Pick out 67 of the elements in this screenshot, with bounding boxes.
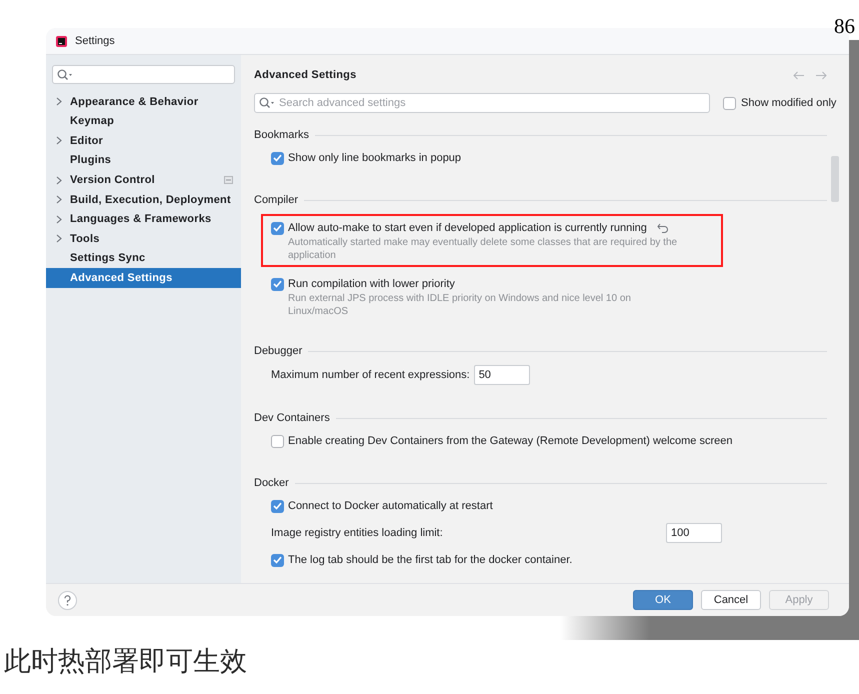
sidebar-label: Keymap (70, 114, 115, 130)
help-icon[interactable] (58, 590, 77, 610)
reset-icon[interactable] (656, 223, 669, 233)
sidebar-label: Settings Sync (70, 251, 146, 266)
sidebar-item[interactable]: Plugins (46, 150, 241, 170)
dialog-button[interactable]: OK (633, 590, 693, 610)
chevron-icon[interactable] (56, 195, 62, 204)
checkbox[interactable] (271, 554, 284, 566)
setting-description: Run external JPS process with IDLE priority on Windows and nice level 10 on Linux/macOS (288, 293, 632, 318)
page-title: Advanced Settings (254, 68, 356, 83)
number-field[interactable]: 100 (666, 523, 722, 543)
sidebar-label: Tools (70, 232, 101, 247)
sidebar-item[interactable]: Keymap (46, 112, 241, 132)
sidebar-item[interactable]: Advanced Settings (46, 268, 241, 288)
checkbox-label: Show modified only (741, 96, 836, 111)
sidebar-label: Build, Execution, Deployment (70, 192, 232, 208)
setting-label: Enable creating Dev Containers from the Gateway (Remote Development) welcome screen (288, 434, 732, 449)
sidebar-item[interactable]: Build, Execution, Deployment (46, 190, 241, 210)
sidebar-item[interactable]: Editor (46, 131, 241, 151)
checkbox[interactable] (271, 434, 284, 448)
checkbox[interactable] (271, 500, 284, 512)
page-number: 86 (834, 14, 855, 38)
chevron-icon[interactable] (56, 234, 62, 244)
sidebar-label: Advanced Settings (70, 270, 174, 286)
setting-description: Automatically started make may eventually delete some classes that are required by the application (288, 237, 678, 262)
chevron-icon[interactable] (56, 176, 62, 185)
section-title: Docker (254, 476, 289, 491)
sidebar-item[interactable]: Appearance & Behavior (46, 92, 241, 112)
setting-label: The log tab should be the first tab for the docker container. (288, 552, 572, 568)
checkbox[interactable] (271, 152, 284, 164)
caption: 此时热部署即可生效 (4, 646, 248, 678)
sidebar-label: Editor (70, 134, 104, 149)
sidebar-label: Plugins (70, 153, 112, 168)
setting-label: Show only line bookmarks in popup (288, 150, 462, 166)
sidebar-label: Appearance & Behavior (70, 94, 200, 110)
checkbox[interactable] (271, 278, 284, 290)
sidebar-item[interactable]: Languages & Frameworks (46, 210, 241, 230)
setting-label: Run compilation with lower priority (288, 276, 455, 292)
search-placeholder: Search advanced settings (279, 96, 406, 111)
chevron-icon[interactable] (56, 97, 62, 106)
sidebar-item[interactable]: Version Control (46, 170, 241, 190)
setting-label: Allow auto-make to start even if developed application is currently running (288, 220, 647, 236)
setting-label: Maximum number of recent expressions: (271, 368, 470, 383)
section-title: Debugger (254, 344, 302, 359)
number-field[interactable]: 50 (474, 365, 530, 385)
search-icon (259, 97, 275, 109)
setting-label: Image registry entities loading limit: (271, 526, 443, 541)
section-title: Dev Containers (254, 410, 330, 426)
setting-label: Connect to Docker automatically at restart (288, 498, 493, 514)
app-icon (56, 36, 67, 46)
search-field[interactable] (52, 65, 235, 84)
checkbox[interactable] (723, 96, 736, 110)
dialog-button[interactable]: Cancel (701, 590, 761, 610)
section-title: Bookmarks (254, 128, 310, 143)
chevron-icon[interactable] (56, 214, 62, 224)
window-title: Settings (75, 34, 115, 49)
section-title: Compiler (254, 192, 298, 208)
sidebar-item[interactable]: Settings Sync (46, 248, 241, 268)
scrollbar-thumb[interactable] (831, 156, 839, 202)
sidebar-item[interactable]: Tools (46, 229, 241, 249)
chevron-icon[interactable] (56, 136, 62, 146)
back-arrow-icon[interactable] (793, 70, 805, 80)
checkbox[interactable] (271, 222, 284, 234)
sidebar-label: Version Control (70, 172, 156, 188)
forward-arrow-icon[interactable] (815, 70, 827, 80)
sidebar-label: Languages & Frameworks (70, 212, 212, 228)
search-icon (57, 68, 73, 80)
